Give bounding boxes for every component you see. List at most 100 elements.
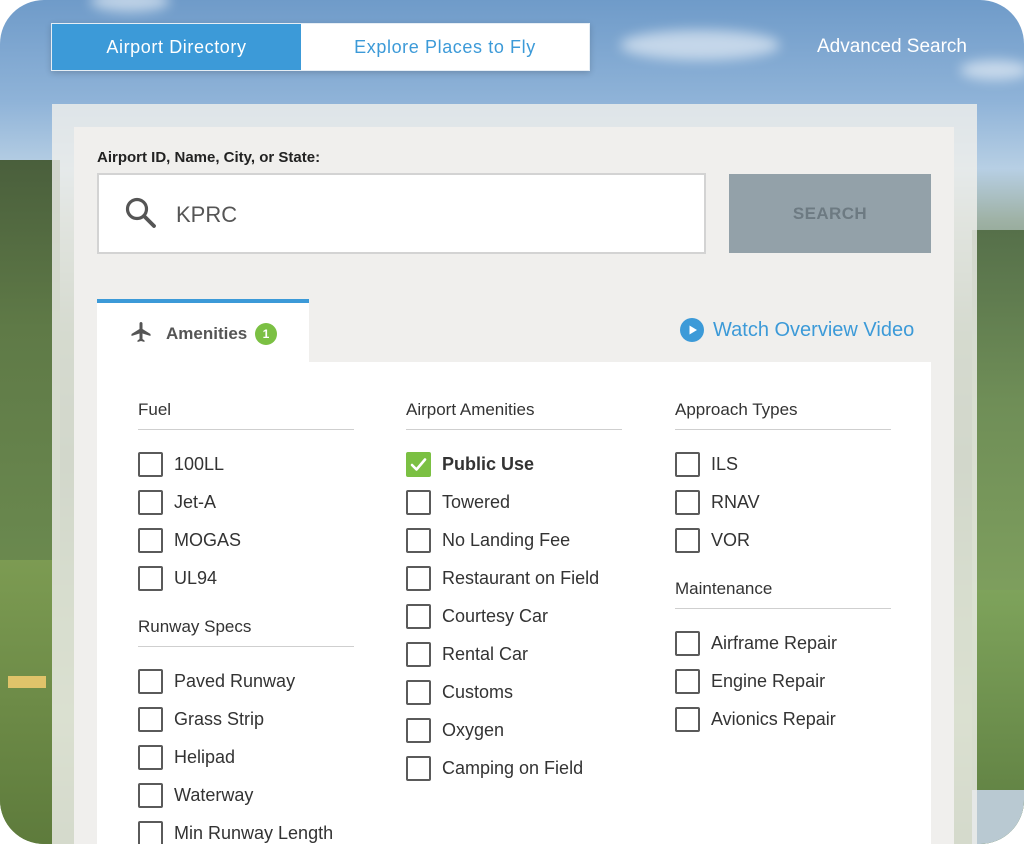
checkbox-label: VOR — [711, 530, 750, 551]
search-label: Airport ID, Name, City, or State: — [97, 149, 320, 166]
checkbox[interactable] — [406, 566, 431, 591]
checkbox-item-towered[interactable]: Towered — [406, 483, 622, 521]
checkbox[interactable] — [138, 452, 163, 477]
checkbox-label: Helipad — [174, 747, 235, 768]
fuel-section: Fuel 100LL Jet-A MOGAS UL94 — [138, 400, 354, 597]
checkbox[interactable] — [675, 528, 700, 553]
checkbox[interactable] — [675, 452, 700, 477]
search-icon — [123, 195, 159, 231]
top-tab-bar: Airport Directory Explore Places to Fly — [51, 23, 590, 71]
checkmark-icon — [410, 456, 427, 473]
checkbox-item-customs[interactable]: Customs — [406, 673, 622, 711]
amenities-count-badge: 1 — [255, 323, 277, 345]
checkbox[interactable] — [138, 783, 163, 808]
checkbox-item-waterway[interactable]: Waterway — [138, 776, 354, 814]
maintenance-section: Maintenance Airframe Repair Engine Repair… — [675, 579, 891, 738]
checkbox[interactable] — [406, 756, 431, 781]
checkbox[interactable] — [406, 490, 431, 515]
checkbox-label: Towered — [442, 492, 510, 513]
checkbox[interactable] — [675, 490, 700, 515]
checkbox-label: Paved Runway — [174, 671, 295, 692]
airplane-icon — [129, 320, 153, 344]
checkbox-label: No Landing Fee — [442, 530, 570, 551]
checkbox-label: MOGAS — [174, 530, 241, 551]
checkbox-label: Restaurant on Field — [442, 568, 599, 589]
checkbox-item-rnav[interactable]: RNAV — [675, 483, 891, 521]
checkbox-label: Min Runway Length — [174, 823, 333, 844]
checkbox-label: Public Use — [442, 454, 534, 475]
checkbox-label: RNAV — [711, 492, 760, 513]
checkbox[interactable] — [138, 707, 163, 732]
checkbox-label: Rental Car — [442, 644, 528, 665]
amenities-tab-label: Amenities — [166, 324, 247, 344]
checkbox[interactable] — [406, 718, 431, 743]
watch-video-link[interactable]: Watch Overview Video — [680, 318, 914, 342]
checkbox[interactable] — [138, 745, 163, 770]
checkbox[interactable] — [138, 566, 163, 591]
checkbox[interactable] — [406, 528, 431, 553]
checkbox-item-jet-a[interactable]: Jet-A — [138, 483, 354, 521]
checkbox-item-engine-repair[interactable]: Engine Repair — [675, 662, 891, 700]
checkbox-item-grass-strip[interactable]: Grass Strip — [138, 700, 354, 738]
checkbox-item-camping-on-field[interactable]: Camping on Field — [406, 749, 622, 787]
checkbox-item-no-landing-fee[interactable]: No Landing Fee — [406, 521, 622, 559]
checkbox[interactable] — [138, 669, 163, 694]
checkbox[interactable] — [138, 528, 163, 553]
checkbox-item-public-use[interactable]: Public Use — [406, 445, 622, 483]
checkbox[interactable] — [138, 821, 163, 844]
checkbox[interactable] — [406, 604, 431, 629]
checkbox[interactable] — [406, 680, 431, 705]
checkbox-label: Oxygen — [442, 720, 504, 741]
checkbox-item-rental-car[interactable]: Rental Car — [406, 635, 622, 673]
checkbox-checked[interactable] — [406, 452, 431, 477]
checkbox-label: Avionics Repair — [711, 709, 836, 730]
checkbox[interactable] — [675, 631, 700, 656]
section-title-airport-amenities: Airport Amenities — [406, 400, 622, 430]
checkbox-item-restaurant-on-field[interactable]: Restaurant on Field — [406, 559, 622, 597]
checkbox-label: Waterway — [174, 785, 253, 806]
checkbox[interactable] — [675, 707, 700, 732]
checkbox-item-vor[interactable]: VOR — [675, 521, 891, 559]
checkbox-label: ILS — [711, 454, 738, 475]
checkbox-item-ul94[interactable]: UL94 — [138, 559, 354, 597]
checkbox-item-helipad[interactable]: Helipad — [138, 738, 354, 776]
checkbox-label: Engine Repair — [711, 671, 825, 692]
checkbox-label: UL94 — [174, 568, 217, 589]
section-title-maintenance: Maintenance — [675, 579, 891, 609]
runway-section: Runway Specs Paved Runway Grass Strip Heli… — [138, 617, 354, 844]
checkbox-label: 100LL — [174, 454, 224, 475]
checkbox-item-mogas[interactable]: MOGAS — [138, 521, 354, 559]
advanced-search-link[interactable]: Advanced Search — [817, 36, 967, 58]
tab-airport-directory[interactable]: Airport Directory — [52, 24, 301, 70]
search-box — [97, 173, 706, 254]
watch-video-label: Watch Overview Video — [713, 319, 914, 342]
checkbox[interactable] — [138, 490, 163, 515]
section-title-approach: Approach Types — [675, 400, 891, 430]
section-title-runway: Runway Specs — [138, 617, 354, 647]
tab-amenities[interactable]: Amenities 1 — [97, 299, 309, 362]
checkbox-label: Airframe Repair — [711, 633, 837, 654]
checkbox[interactable] — [675, 669, 700, 694]
tab-explore-places[interactable]: Explore Places to Fly — [301, 24, 589, 70]
checkbox-label: Jet-A — [174, 492, 216, 513]
checkbox-label: Customs — [442, 682, 513, 703]
section-title-fuel: Fuel — [138, 400, 354, 430]
checkbox[interactable] — [406, 642, 431, 667]
checkbox-item-airframe-repair[interactable]: Airframe Repair — [675, 624, 891, 662]
checkbox-item-paved-runway[interactable]: Paved Runway — [138, 662, 354, 700]
checkbox-item-min-runway-length[interactable]: Min Runway Length — [138, 814, 354, 844]
checkbox-item-courtesy-car[interactable]: Courtesy Car — [406, 597, 622, 635]
airport-amenities-section: Airport Amenities Public Use Towered No La… — [406, 400, 622, 787]
checkbox-label: Courtesy Car — [442, 606, 548, 627]
checkbox-item-100ll[interactable]: 100LL — [138, 445, 354, 483]
search-input[interactable] — [176, 197, 676, 233]
checkbox-label: Grass Strip — [174, 709, 264, 730]
approach-section: Approach Types ILS RNAV VOR — [675, 400, 891, 559]
checkbox-item-avionics-repair[interactable]: Avionics Repair — [675, 700, 891, 738]
checkbox-item-oxygen[interactable]: Oxygen — [406, 711, 622, 749]
amenities-content: Fuel 100LL Jet-A MOGAS UL94 Runway Specs Pa… — [97, 362, 931, 844]
checkbox-label: Camping on Field — [442, 758, 583, 779]
checkbox-item-ils[interactable]: ILS — [675, 445, 891, 483]
search-button[interactable]: SEARCH — [729, 174, 931, 253]
play-icon — [680, 318, 704, 342]
